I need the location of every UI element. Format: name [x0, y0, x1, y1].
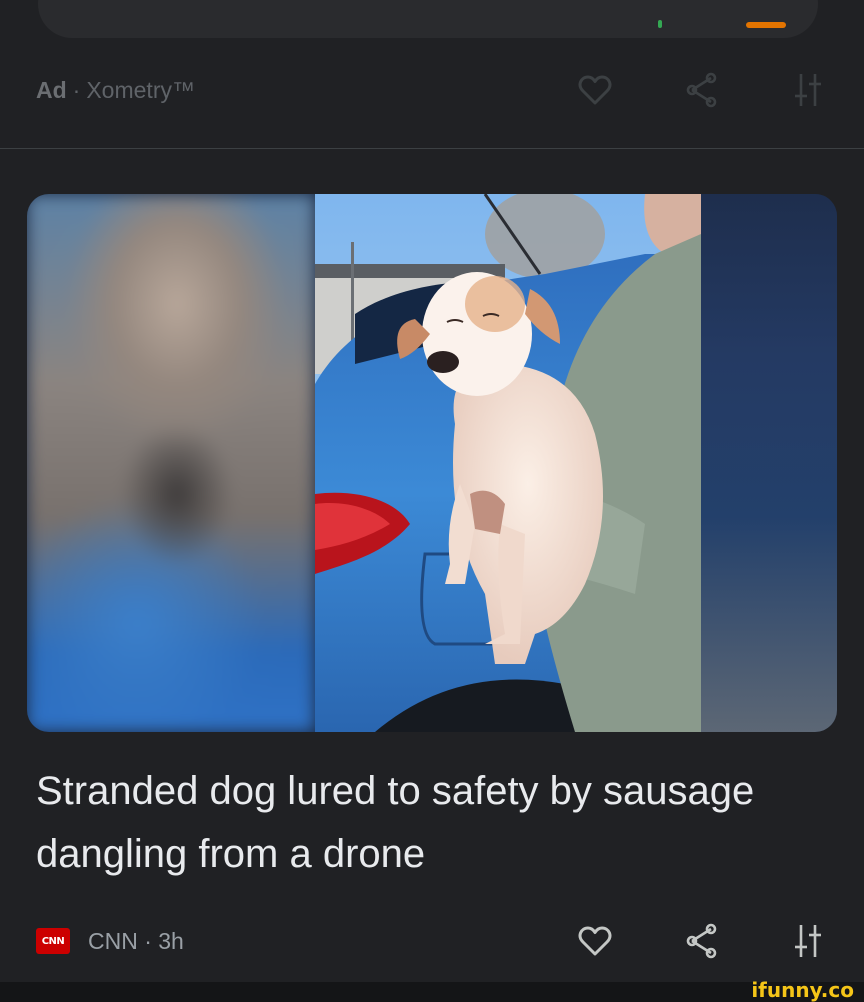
- source-meta: CNN CNN · 3h: [36, 911, 184, 971]
- image-blur-fill-left: [27, 194, 315, 732]
- image-blur-fill-right: [701, 194, 837, 732]
- ad-share-button[interactable]: [671, 60, 731, 120]
- dog-photo: [315, 194, 701, 732]
- ifunny-watermark: ifunny.co: [751, 978, 854, 1002]
- sort-tune-icon: [795, 74, 821, 106]
- tune-button[interactable]: [778, 911, 838, 971]
- ad-meta: Ad · Xometry™: [36, 60, 195, 120]
- share-icon: [686, 72, 717, 108]
- source-row: CNN CNN · 3h: [0, 911, 864, 971]
- heart-outline-icon: [578, 75, 612, 105]
- ad-advertiser[interactable]: Xometry™: [86, 77, 195, 104]
- ad-badge: Ad: [36, 76, 67, 103]
- indicator-bar: [746, 22, 786, 28]
- ad-separator: ·: [72, 76, 81, 103]
- previous-card: [38, 0, 818, 38]
- like-button[interactable]: [565, 911, 625, 971]
- ad-like-button[interactable]: [565, 60, 625, 120]
- cnn-logo-icon: CNN: [36, 928, 70, 954]
- bottom-bar: [0, 982, 864, 1002]
- article-headline[interactable]: Stranded dog lured to safety by sausage …: [36, 760, 816, 886]
- share-button[interactable]: [671, 911, 731, 971]
- sort-tune-icon: [795, 925, 821, 957]
- share-icon: [686, 923, 717, 959]
- divider: [0, 148, 864, 149]
- ad-tune-button[interactable]: [778, 60, 838, 120]
- source-label: CNN · 3h: [88, 927, 184, 954]
- heart-outline-icon: [578, 926, 612, 956]
- article-image[interactable]: [27, 194, 837, 732]
- ad-row: Ad · Xometry™: [0, 60, 864, 120]
- indicator-dot: [658, 20, 662, 28]
